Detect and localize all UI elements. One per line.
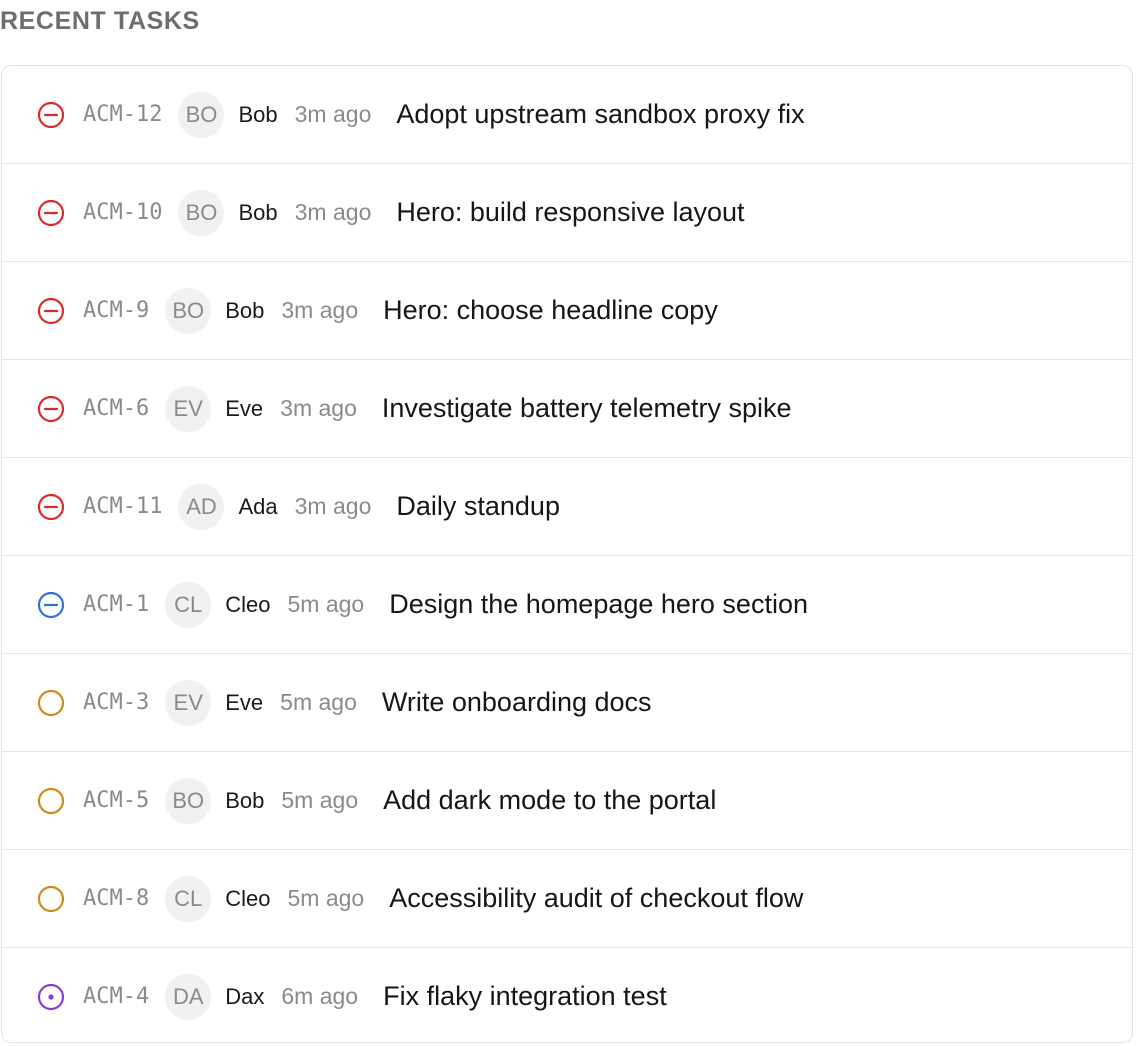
timestamp: 5m ago xyxy=(287,885,365,911)
avatar: AD xyxy=(178,483,225,530)
task-id: ACM-4 xyxy=(83,984,150,1009)
assignee-name: Cleo xyxy=(225,885,271,911)
assignee-name: Eve xyxy=(225,395,264,421)
timestamp: 6m ago xyxy=(281,983,359,1009)
task-id: ACM-6 xyxy=(83,396,150,421)
task-title[interactable]: Hero: choose headline copy xyxy=(383,295,718,326)
empty-circle-icon[interactable] xyxy=(35,883,67,915)
timestamp: 3m ago xyxy=(281,297,359,323)
assignee-name: Bob xyxy=(238,101,278,127)
empty-circle-icon[interactable] xyxy=(35,687,67,719)
avatar: BO xyxy=(178,189,225,236)
avatar: EV xyxy=(165,679,212,726)
minus-circle-icon[interactable] xyxy=(35,197,67,229)
task-id: ACM-3 xyxy=(83,690,150,715)
timestamp: 3m ago xyxy=(294,101,372,127)
timestamp: 3m ago xyxy=(294,199,372,225)
avatar: BO xyxy=(165,777,212,824)
section-title: RECENT TASKS xyxy=(0,7,200,35)
assignee-name: Ada xyxy=(238,493,278,519)
assignee-name: Bob xyxy=(225,297,265,323)
task-row[interactable]: ACM-5 BO Bob 5m ago Add dark mode to the… xyxy=(2,752,1132,850)
minus-circle-icon[interactable] xyxy=(35,99,67,131)
avatar: BO xyxy=(165,287,212,334)
task-row[interactable]: ACM-9 BO Bob 3m ago Hero: choose headlin… xyxy=(2,262,1132,360)
task-list: ACM-12 BO Bob 3m ago Adopt upstream sand… xyxy=(1,65,1133,1043)
minus-circle-icon[interactable] xyxy=(35,589,67,621)
minus-circle-icon[interactable] xyxy=(35,491,67,523)
timestamp: 3m ago xyxy=(280,395,357,421)
task-title[interactable]: Design the homepage hero section xyxy=(389,589,808,620)
minus-circle-icon[interactable] xyxy=(35,295,67,327)
avatar: DA xyxy=(165,973,212,1020)
task-title[interactable]: Investigate battery telemetry spike xyxy=(382,393,792,424)
task-id: ACM-8 xyxy=(83,886,150,911)
timestamp: 5m ago xyxy=(281,787,359,813)
task-id: ACM-1 xyxy=(83,592,150,617)
assignee-name: Cleo xyxy=(225,591,271,617)
task-row[interactable]: ACM-12 BO Bob 3m ago Adopt upstream sand… xyxy=(2,66,1132,164)
assignee-name: Bob xyxy=(225,787,265,813)
timestamp: 5m ago xyxy=(287,591,365,617)
task-row[interactable]: ACM-11 AD Ada 3m ago Daily standup xyxy=(2,458,1132,556)
task-id: ACM-12 xyxy=(83,102,163,127)
task-row[interactable]: ACM-4 DA Dax 6m ago Fix flaky integratio… xyxy=(2,948,1132,1042)
task-id: ACM-5 xyxy=(83,788,150,813)
minus-circle-icon[interactable] xyxy=(35,393,67,425)
avatar: EV xyxy=(165,385,212,432)
avatar: CL xyxy=(165,875,212,922)
dot-circle-icon[interactable] xyxy=(35,981,67,1013)
task-title[interactable]: Hero: build responsive layout xyxy=(396,197,744,228)
assignee-name: Eve xyxy=(225,689,264,715)
empty-circle-icon[interactable] xyxy=(35,785,67,817)
task-row[interactable]: ACM-8 CL Cleo 5m ago Accessibility audit… xyxy=(2,850,1132,948)
timestamp: 3m ago xyxy=(294,493,372,519)
task-row[interactable]: ACM-6 EV Eve 3m ago Investigate battery … xyxy=(2,360,1132,458)
task-id: ACM-11 xyxy=(83,494,163,519)
task-row[interactable]: ACM-1 CL Cleo 5m ago Design the homepage… xyxy=(2,556,1132,654)
task-title[interactable]: Daily standup xyxy=(396,491,560,522)
task-title[interactable]: Adopt upstream sandbox proxy fix xyxy=(396,99,804,130)
avatar: BO xyxy=(178,91,225,138)
assignee-name: Bob xyxy=(238,199,278,225)
task-id: ACM-9 xyxy=(83,298,150,323)
timestamp: 5m ago xyxy=(280,689,357,715)
assignee-name: Dax xyxy=(225,983,265,1009)
task-title[interactable]: Add dark mode to the portal xyxy=(383,785,716,816)
task-id: ACM-10 xyxy=(83,200,163,225)
task-title[interactable]: Fix flaky integration test xyxy=(383,981,667,1012)
task-row[interactable]: ACM-3 EV Eve 5m ago Write onboarding doc… xyxy=(2,654,1132,752)
task-title[interactable]: Write onboarding docs xyxy=(382,687,652,718)
task-row[interactable]: ACM-10 BO Bob 3m ago Hero: build respons… xyxy=(2,164,1132,262)
avatar: CL xyxy=(165,581,212,628)
task-title[interactable]: Accessibility audit of checkout flow xyxy=(389,883,803,914)
